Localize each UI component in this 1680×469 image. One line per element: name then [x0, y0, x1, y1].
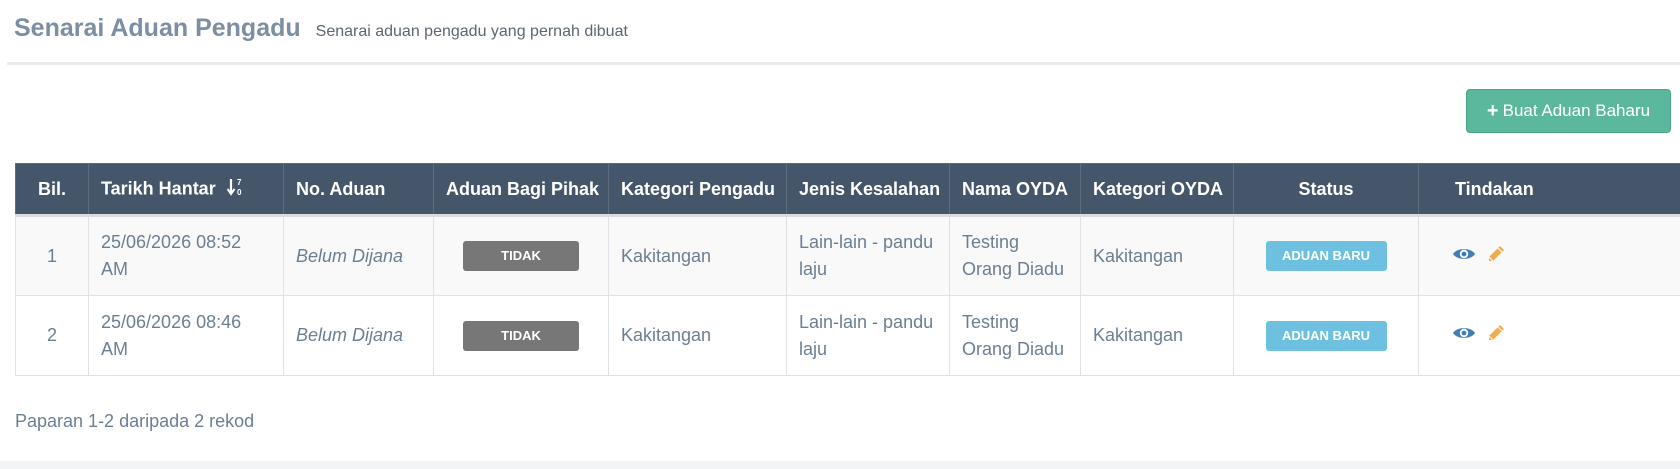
footer-divider [0, 461, 1680, 469]
cell-tindakan [1418, 295, 1680, 376]
new-complaint-button[interactable]: + Buat Aduan Baharu [1466, 89, 1671, 133]
cell-bagi-pihak: TIDAK [433, 215, 609, 296]
cell-no-aduan: Belum Dijana [283, 295, 434, 376]
col-header-kategori-oyda: Kategori OYDA [1080, 163, 1234, 217]
page-header: Senarai Aduan Pengadu Senarai aduan peng… [14, 14, 628, 43]
bagi-pihak-badge: TIDAK [463, 320, 579, 351]
cell-jenis-kesalahan: Lain-lain - pandu laju [786, 215, 950, 296]
header-divider [7, 62, 1680, 65]
col-header-tarikh[interactable]: Tarikh Hantar 7 0 [88, 163, 284, 217]
cell-nama-oyda: Testing Orang Diadu [949, 295, 1081, 376]
cell-tarikh: 25/06/2026 08:46 AM [88, 295, 284, 376]
status-badge: ADUAN BARU [1265, 241, 1387, 271]
cell-status: ADUAN BARU [1233, 295, 1419, 376]
new-complaint-button-label: Buat Aduan Baharu [1502, 101, 1651, 120]
page-title: Senarai Aduan Pengadu [14, 14, 301, 42]
col-header-bil: Bil. [15, 163, 89, 217]
cell-bil: 1 [15, 215, 89, 296]
cell-bagi-pihak: TIDAK [433, 295, 609, 376]
table-row: 2 25/06/2026 08:46 AM Belum Dijana TIDAK… [15, 295, 1680, 376]
bagi-pihak-badge: TIDAK [463, 241, 579, 271]
cell-tarikh: 25/06/2026 08:52 AM [88, 215, 284, 296]
cell-kategori-pengadu: Kakitangan [608, 215, 787, 296]
cell-kategori-pengadu: Kakitangan [608, 295, 787, 376]
col-header-tindakan: Tindakan [1418, 163, 1680, 217]
col-header-tarikh-label: Tarikh Hantar [101, 177, 216, 198]
col-header-no-aduan: No. Aduan [283, 163, 434, 217]
table-row: 1 25/06/2026 08:52 AM Belum Dijana TIDAK… [15, 215, 1680, 296]
col-header-tindakan-label: Tindakan [1455, 178, 1534, 199]
table-header-row: Bil. Tarikh Hantar 7 0 No. Aduan Aduan B… [15, 163, 1680, 217]
complaints-table: Bil. Tarikh Hantar 7 0 No. Aduan Aduan B… [15, 163, 1680, 376]
cell-bil: 2 [15, 295, 89, 376]
status-badge: ADUAN BARU [1265, 320, 1387, 351]
row-actions [1452, 323, 1506, 343]
plus-icon: + [1486, 100, 1499, 122]
pagination-summary: Paparan 1-2 daripada 2 rekod [15, 411, 255, 431]
cell-kategori-oyda: Kakitangan [1080, 215, 1234, 296]
sort-numeric-desc-icon[interactable]: 7 0 [226, 177, 245, 202]
col-header-jenis-kesalahan: Jenis Kesalahan [786, 163, 950, 217]
cell-status: ADUAN BARU [1233, 215, 1419, 296]
col-header-status: Status [1233, 163, 1419, 217]
col-header-bagi-pihak: Aduan Bagi Pihak [433, 163, 609, 217]
cell-nama-oyda: Testing Orang Diadu [949, 215, 1081, 296]
eye-icon[interactable] [1452, 246, 1476, 262]
svg-text:7: 7 [237, 178, 242, 187]
page-subtitle: Senarai aduan pengadu yang pernah dibuat [315, 23, 628, 40]
pencil-icon[interactable] [1486, 323, 1506, 343]
eye-icon[interactable] [1452, 325, 1476, 341]
cell-tindakan [1418, 215, 1680, 296]
col-header-kategori-pengadu: Kategori Pengadu [608, 163, 787, 217]
col-header-nama-oyda: Nama OYDA [949, 163, 1081, 217]
svg-text:0: 0 [237, 188, 242, 197]
row-actions [1452, 244, 1506, 264]
cell-no-aduan: Belum Dijana [283, 215, 434, 296]
cell-jenis-kesalahan: Lain-lain - pandu laju [786, 295, 950, 376]
pencil-icon[interactable] [1486, 244, 1506, 264]
cell-kategori-oyda: Kakitangan [1080, 295, 1234, 376]
